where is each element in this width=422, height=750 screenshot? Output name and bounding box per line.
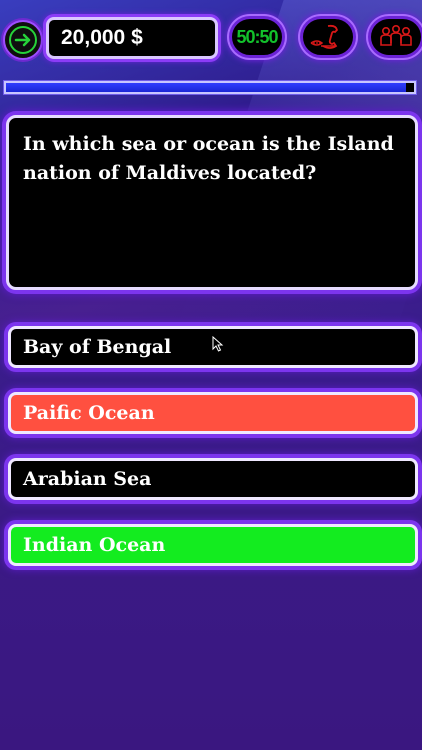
- answer-option-2[interactable]: Paific Ocean: [8, 392, 418, 434]
- timer-progress-bar: [4, 81, 416, 94]
- question-panel: In which sea or ocean is the Island nati…: [6, 115, 418, 290]
- fifty-fifty-lifeline-button[interactable]: 50:50: [229, 16, 285, 58]
- phone-a-friend-lifeline-button[interactable]: [300, 16, 356, 58]
- answer-option-1-label: Bay of Bengal: [23, 336, 172, 358]
- back-button[interactable]: [3, 20, 43, 60]
- answer-option-4-label: Indian Ocean: [23, 534, 166, 556]
- answer-option-3-label: Arabian Sea: [23, 468, 152, 490]
- answer-option-2-label: Paific Ocean: [23, 402, 155, 424]
- mouse-cursor-icon: [212, 336, 224, 352]
- phone-icon: [310, 24, 338, 49]
- answer-option-4[interactable]: Indian Ocean: [8, 524, 418, 566]
- audience-icon: [380, 24, 412, 46]
- ask-the-audience-lifeline-button[interactable]: [368, 16, 422, 58]
- back-arrow-icon: [9, 26, 37, 54]
- answer-option-3[interactable]: Arabian Sea: [8, 458, 418, 500]
- prize-money-value: 20,000 $: [61, 26, 143, 49]
- question-text: In which sea or ocean is the Island nati…: [23, 133, 394, 184]
- timer-progress-fill: [6, 83, 406, 92]
- fifty-fifty-icon: 50:50: [236, 26, 278, 47]
- prize-money-display: 20,000 $: [46, 17, 218, 59]
